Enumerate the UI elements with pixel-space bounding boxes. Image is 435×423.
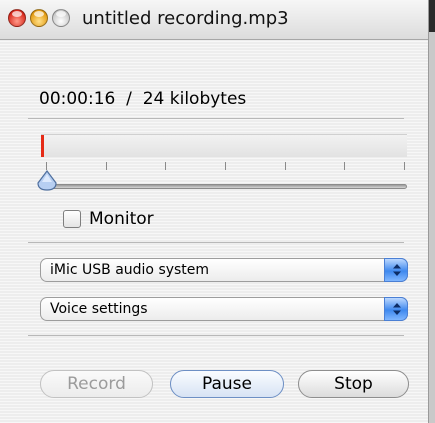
settings-value: Voice settings	[50, 301, 148, 317]
file-size: 24 kilobytes	[142, 89, 247, 109]
slider-tick	[106, 162, 107, 170]
window-title: untitled recording.mp3	[82, 8, 289, 29]
level-meter	[41, 134, 407, 157]
updown-arrows-icon	[384, 297, 408, 321]
slider-tick	[46, 162, 47, 170]
close-button[interactable]	[8, 9, 26, 27]
pause-button[interactable]: Pause	[170, 370, 284, 398]
divider	[28, 335, 404, 336]
slider-tick	[225, 162, 226, 170]
title-bar[interactable]: untitled recording.mp3	[0, 0, 428, 40]
input-device-value: iMic USB audio system	[50, 262, 210, 278]
level-meter-fill	[41, 135, 44, 157]
slider-tick	[344, 162, 345, 170]
background-edge-dark	[428, 0, 435, 32]
divider	[28, 118, 404, 119]
elapsed-time: 00:00:16	[39, 89, 116, 109]
monitor-checkbox[interactable]	[63, 210, 81, 228]
recording-status: 00:00:16 / 24 kilobytes	[39, 88, 246, 110]
slider-tick	[404, 162, 405, 170]
gain-slider-track[interactable]	[41, 184, 407, 189]
settings-select[interactable]: Voice settings	[40, 297, 408, 321]
updown-arrows-icon	[384, 258, 408, 282]
input-device-select[interactable]: iMic USB audio system	[40, 258, 408, 282]
gain-slider-thumb[interactable]	[36, 170, 58, 192]
minimize-button[interactable]	[30, 9, 48, 27]
slider-tick	[165, 162, 166, 170]
record-button[interactable]: Record	[40, 370, 153, 398]
monitor-label[interactable]: Monitor	[89, 208, 154, 230]
slider-tick	[285, 162, 286, 170]
background-edge	[428, 0, 435, 423]
stop-button[interactable]: Stop	[298, 370, 409, 398]
recording-window: untitled recording.mp3 00:00:16 / 24 kil…	[0, 0, 429, 423]
zoom-button[interactable]	[52, 9, 70, 27]
status-divider: /	[126, 89, 132, 109]
divider	[28, 242, 404, 243]
